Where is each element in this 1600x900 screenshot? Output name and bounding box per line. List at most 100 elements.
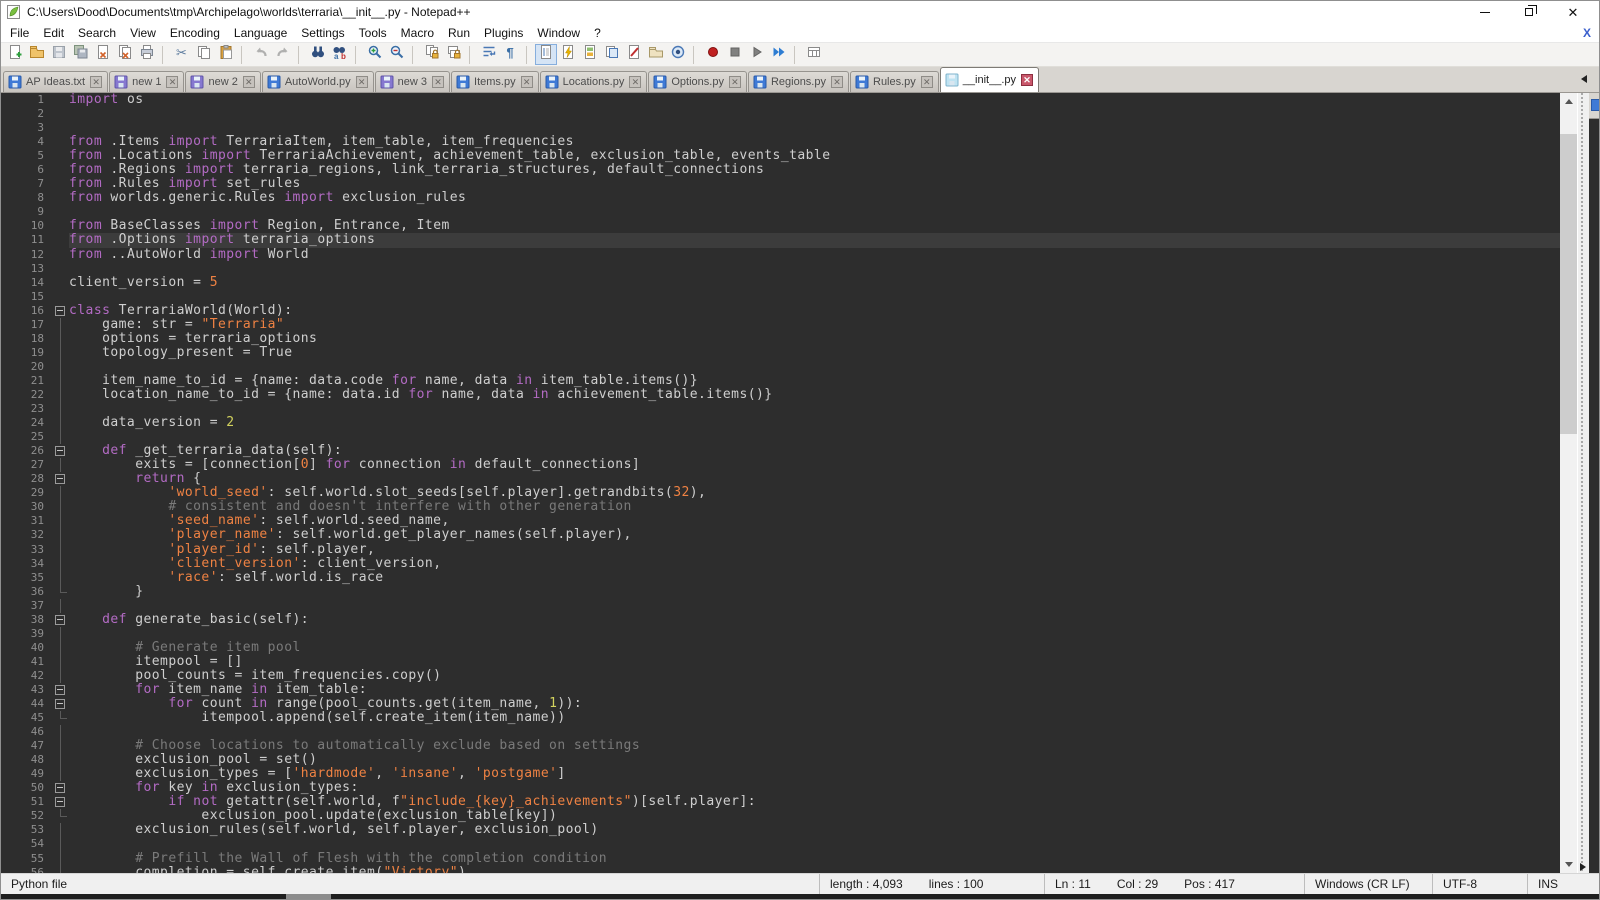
fold-collapse-marker[interactable] [53,613,69,627]
macro-run-multiple-button[interactable] [768,44,790,65]
toolbar-separator [412,46,419,64]
status-encoding[interactable]: UTF-8 [1432,874,1527,894]
fold-collapse-marker[interactable] [53,444,69,458]
tab-close-icon[interactable]: ✕ [90,76,102,88]
tab-close-icon[interactable]: ✕ [921,76,933,88]
restore-button[interactable] [1507,1,1551,23]
style-configurator-button[interactable] [623,44,645,65]
close-all-button[interactable] [114,44,136,65]
menu-macro[interactable]: Macro [394,24,441,42]
replace-button[interactable]: ab [329,44,351,65]
tab-close-icon[interactable]: ✕ [521,76,533,88]
close-button[interactable]: ✕ [1551,1,1595,23]
fold-collapse-marker[interactable] [53,683,69,697]
menu-file[interactable]: File [3,24,36,42]
sync-vertical-scroll-button[interactable] [421,44,443,65]
tab-label: new 2 [208,76,237,88]
print-button[interactable] [136,44,158,65]
menu-view[interactable]: View [123,24,163,42]
fold-collapse-marker[interactable] [53,697,69,711]
macro-play-button[interactable] [746,44,768,65]
tab-rules.py[interactable]: Rules.py✕ [850,71,939,92]
menu-edit[interactable]: Edit [36,24,71,42]
tab-close-icon[interactable]: ✕ [1021,74,1033,86]
open-file-button[interactable] [26,44,48,65]
minimize-button[interactable] [1463,1,1507,23]
close-button[interactable] [92,44,114,65]
fold-collapse-marker[interactable] [53,304,69,318]
tab-regions.py[interactable]: Regions.py✕ [748,71,849,92]
macro-stop-button[interactable] [724,44,746,65]
undo-button[interactable] [250,44,272,65]
menu-close-document-button[interactable]: X [1583,26,1591,40]
status-insert-mode[interactable]: INS [1527,874,1599,894]
scroll-down-button[interactable] [1560,856,1577,873]
tab-new-1[interactable]: new 1✕ [109,71,184,92]
tab-scroll-left-arrow[interactable] [1581,75,1587,83]
tab-new-3[interactable]: new 3✕ [375,71,450,92]
tab-close-icon[interactable]: ✕ [166,76,178,88]
menu-settings[interactable]: Settings [294,24,351,42]
copy-button[interactable] [193,44,215,65]
function-list-button[interactable] [557,44,579,65]
code-line-51: 51 if not getattr(self.world, f"include_… [1,795,1560,809]
menu-run[interactable]: Run [441,24,477,42]
tab-__init__.py[interactable]: __init__.py✕ [940,67,1039,92]
fold-collapse-marker[interactable] [53,781,69,795]
tab-locations.py[interactable]: Locations.py✕ [540,71,648,92]
paste-button[interactable] [215,44,237,65]
status-doc-type: Python file [1,874,819,894]
scroll-up-button[interactable] [1560,93,1577,110]
tab-close-icon[interactable]: ✕ [243,76,255,88]
tab-autoworld.py[interactable]: AutoWorld.py✕ [262,71,374,92]
menu-?[interactable]: ? [587,24,608,42]
scrollbar-track[interactable] [1560,110,1577,856]
document-map-button[interactable] [579,44,601,65]
save-button[interactable] [48,44,70,65]
fold-collapse-marker[interactable] [53,472,69,486]
save-all-button[interactable] [70,44,92,65]
code-editor[interactable]: 1import os234from .Items import Terraria… [1,93,1560,873]
menu-language[interactable]: Language [227,24,294,42]
tab-close-icon[interactable]: ✕ [831,76,843,88]
customize-toolbar-button[interactable] [803,44,825,65]
fold-collapse-marker[interactable] [53,795,69,809]
menu-encoding[interactable]: Encoding [163,24,227,42]
code-text: client_version = 5 [69,276,1560,290]
cut-button[interactable]: ✂ [171,44,193,65]
new-file-button[interactable] [4,44,26,65]
indent-guide-button[interactable] [535,44,557,65]
code-line-47: 47 # Choose locations to automatically e… [1,739,1560,753]
macro-record-button[interactable] [702,44,724,65]
vertical-scrollbar[interactable] [1560,93,1577,873]
menu-tools[interactable]: Tools [352,24,394,42]
folder-as-workspace-button[interactable] [645,44,667,65]
line-number: 4 [1,135,53,149]
find-button[interactable] [307,44,329,65]
tab-items.py[interactable]: Items.py✕ [451,71,539,92]
tab-new-2[interactable]: new 2 ✕ [185,71,260,92]
word-wrap-button[interactable] [478,44,500,65]
tab-options.py[interactable]: Options.py✕ [648,71,747,92]
document-switcher-button[interactable] [601,44,623,65]
zoom-in-button[interactable] [364,44,386,65]
tab-close-icon[interactable]: ✕ [356,76,368,88]
sync-horizontal-scroll-icon [446,44,462,65]
menu-search[interactable]: Search [71,24,123,42]
code-line-27: 27 exits = [connection[0] for connection… [1,458,1560,472]
redo-button[interactable] [272,44,294,65]
zoom-out-button[interactable] [386,44,408,65]
tab-close-icon[interactable]: ✕ [729,76,741,88]
tab-close-icon[interactable]: ✕ [629,76,641,88]
tab-close-icon[interactable]: ✕ [432,76,444,88]
tab-ap-ideas.txt[interactable]: AP Ideas.txt✕ [3,71,108,92]
menu-plugins[interactable]: Plugins [477,24,530,42]
sync-horizontal-scroll-button[interactable] [443,44,465,65]
show-all-chars-button[interactable]: ¶ [500,44,522,65]
fold-margin [53,543,69,557]
status-eol-format[interactable]: Windows (CR LF) [1304,874,1432,894]
view-splitter-handle[interactable] [1577,93,1589,873]
scrollbar-thumb[interactable] [1560,134,1577,434]
menu-window[interactable]: Window [530,24,587,42]
monitoring-button[interactable] [667,44,689,65]
